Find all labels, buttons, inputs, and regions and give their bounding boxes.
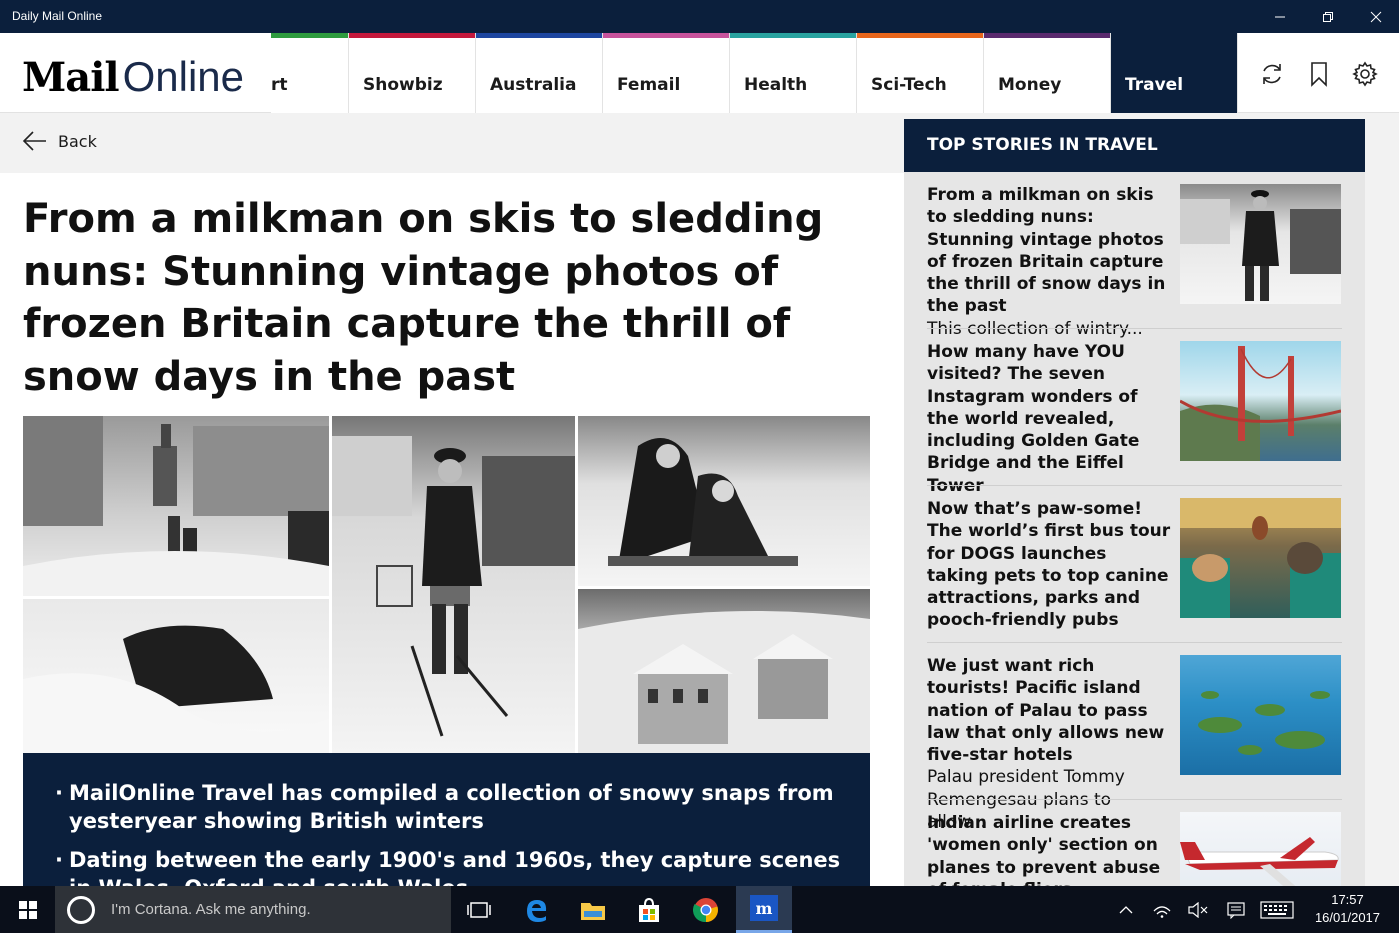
story-text: From a milkman on skis to sledding nuns:… <box>927 184 1172 340</box>
logo-online: Online <box>122 53 244 100</box>
minimize-icon[interactable] <box>1257 0 1303 33</box>
clock-time: 17:57 <box>1331 892 1364 907</box>
task-view-icon[interactable] <box>451 886 507 933</box>
close-icon[interactable] <box>1353 0 1399 33</box>
tab-femail[interactable]: Femail <box>603 33 730 113</box>
story-item[interactable]: Indian airline creates 'women only' sect… <box>904 800 1365 886</box>
story-thumbnail <box>1180 341 1341 461</box>
back-button[interactable]: Back <box>22 131 97 151</box>
clock-date: 16/01/2017 <box>1314 910 1381 925</box>
title-bar: Daily Mail Online <box>0 0 1399 33</box>
photo-milkman-on-skis <box>332 416 575 754</box>
edge-icon[interactable] <box>508 886 564 933</box>
tab-color-bar <box>271 33 348 38</box>
tab-color-bar <box>1111 33 1237 38</box>
window-title: Daily Mail Online <box>12 9 103 23</box>
tab-label: Money <box>998 75 1062 95</box>
settings-icon[interactable] <box>1350 59 1380 89</box>
cortana-placeholder: I'm Cortana. Ask me anything. <box>111 901 311 918</box>
windows-logo-icon <box>18 900 37 919</box>
cortana-icon <box>67 895 95 924</box>
bookmark-icon[interactable] <box>1304 59 1334 89</box>
article-headline: From a milkman on skis to sledding nuns:… <box>23 196 824 400</box>
arrow-left-icon <box>22 131 46 151</box>
tab-label: Sci-Tech <box>871 75 947 95</box>
tab-travel[interactable]: Travel <box>1111 33 1238 113</box>
story-thumbnail <box>1180 184 1341 304</box>
summary-bullet: Dating between the early 1900's and 1960… <box>55 846 850 886</box>
story-thumbnail <box>1180 812 1341 886</box>
mail-online-app-icon[interactable]: m <box>736 886 792 933</box>
back-label: Back <box>58 131 97 151</box>
tab-health[interactable]: Health <box>730 33 857 113</box>
windows-taskbar: I'm Cortana. Ask me anything. m 17:57 16… <box>0 886 1399 933</box>
volume-muted-icon[interactable] <box>1184 886 1212 933</box>
photo-snowy-village <box>578 589 870 754</box>
app-header: Mail Online rt Showbiz Australia Femail … <box>0 33 1399 113</box>
tab-australia[interactable]: Australia <box>476 33 603 113</box>
tab-label: Femail <box>617 75 681 95</box>
system-clock[interactable]: 17:57 16/01/2017 <box>1300 891 1395 927</box>
story-title: How many have YOU visited? The seven Ins… <box>927 342 1140 496</box>
story-item[interactable]: From a milkman on skis to sledding nuns:… <box>904 172 1365 339</box>
back-bar: Back <box>0 113 904 173</box>
chevron-up-icon[interactable] <box>1112 886 1140 933</box>
logo-mail: Mail <box>22 54 120 101</box>
tab-sport[interactable]: rt <box>271 33 349 113</box>
story-title: Now that’s paw-some! The world’s first b… <box>927 499 1171 631</box>
tab-label: Travel <box>1125 75 1184 95</box>
summary-bullet: MailOnline Travel has compiled a collect… <box>55 779 850 835</box>
sidebar-heading: TOP STORIES IN TRAVEL <box>904 119 1365 172</box>
tab-color-bar <box>603 33 729 38</box>
mail-online-logo[interactable]: Mail Online <box>22 53 244 101</box>
tab-color-bar <box>984 33 1110 38</box>
article-content: From a milkman on skis to sledding nuns:… <box>0 173 904 886</box>
article-summary-bullets: MailOnline Travel has compiled a collect… <box>23 753 870 886</box>
svg-text:m: m <box>756 899 773 918</box>
story-item[interactable]: We just want rich tourists! Pacific isla… <box>904 643 1365 832</box>
photo-collage[interactable] <box>23 416 870 754</box>
wifi-icon[interactable] <box>1148 886 1176 933</box>
cortana-search-box[interactable]: I'm Cortana. Ask me anything. <box>55 886 451 933</box>
start-button[interactable] <box>0 886 55 933</box>
top-stories-list: From a milkman on skis to sledding nuns:… <box>904 172 1365 886</box>
section-tabs: rt Showbiz Australia Femail Health Sci-T… <box>271 33 1238 113</box>
tab-label: rt <box>271 75 288 95</box>
tab-sci-tech[interactable]: Sci-Tech <box>857 33 984 113</box>
store-icon[interactable] <box>621 886 677 933</box>
story-item[interactable]: Now that’s paw-some! The world’s first b… <box>904 486 1365 643</box>
tab-label: Health <box>744 75 808 95</box>
restore-icon[interactable] <box>1305 0 1351 33</box>
story-text: How many have YOU visited? The seven Ins… <box>927 341 1172 497</box>
tab-color-bar <box>730 33 856 38</box>
story-thumbnail <box>1180 655 1341 775</box>
tab-color-bar <box>476 33 602 38</box>
tab-color-bar <box>349 33 475 38</box>
story-text: Now that’s paw-some! The world’s first b… <box>927 498 1172 632</box>
keyboard-icon[interactable] <box>1258 886 1296 933</box>
photo-buried-car <box>23 599 329 754</box>
tab-money[interactable]: Money <box>984 33 1111 113</box>
story-item[interactable]: How many have YOU visited? The seven Ins… <box>904 329 1365 496</box>
notifications-icon[interactable] <box>1222 886 1250 933</box>
refresh-icon[interactable] <box>1257 59 1287 89</box>
story-text: Indian airline creates 'women only' sect… <box>927 812 1172 886</box>
photo-sledding-nuns <box>578 416 870 586</box>
tab-label: Australia <box>490 75 577 95</box>
tab-label: Showbiz <box>363 75 443 95</box>
story-thumbnail <box>1180 498 1341 618</box>
photo-snowy-square <box>23 416 329 596</box>
story-title: From a milkman on skis to sledding nuns:… <box>927 185 1166 317</box>
top-stories-sidebar: TOP STORIES IN TRAVEL From a milkman on … <box>904 113 1399 886</box>
chrome-icon[interactable] <box>678 886 734 933</box>
tab-color-bar <box>857 33 983 38</box>
tab-showbiz[interactable]: Showbiz <box>349 33 476 113</box>
story-title: We just want rich tourists! Pacific isla… <box>927 656 1165 766</box>
story-title: Indian airline creates 'women only' sect… <box>927 813 1161 886</box>
file-explorer-icon[interactable] <box>565 886 621 933</box>
